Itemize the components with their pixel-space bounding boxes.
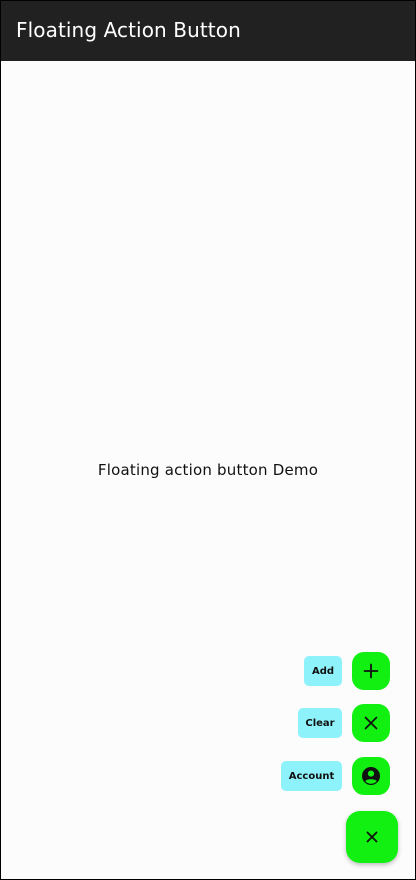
add-label[interactable]: Add bbox=[304, 656, 342, 686]
close-icon bbox=[366, 831, 378, 843]
account-fab-button[interactable] bbox=[352, 757, 390, 795]
clear-label[interactable]: Clear bbox=[298, 708, 342, 738]
plus-icon bbox=[363, 663, 379, 679]
add-fab-button[interactable] bbox=[352, 652, 390, 690]
account-circle-icon bbox=[361, 766, 381, 786]
clear-fab-button[interactable] bbox=[352, 704, 390, 742]
account-label[interactable]: Account bbox=[281, 761, 342, 791]
body-text: Floating action button Demo bbox=[97, 461, 319, 479]
close-icon bbox=[363, 715, 379, 731]
main-fab-button[interactable] bbox=[346, 811, 398, 863]
app-bar-title: Floating Action Button bbox=[16, 18, 241, 42]
app-bar: Floating Action Button bbox=[1, 1, 415, 61]
screen: Floating Action Button Floating action b… bbox=[1, 1, 415, 879]
